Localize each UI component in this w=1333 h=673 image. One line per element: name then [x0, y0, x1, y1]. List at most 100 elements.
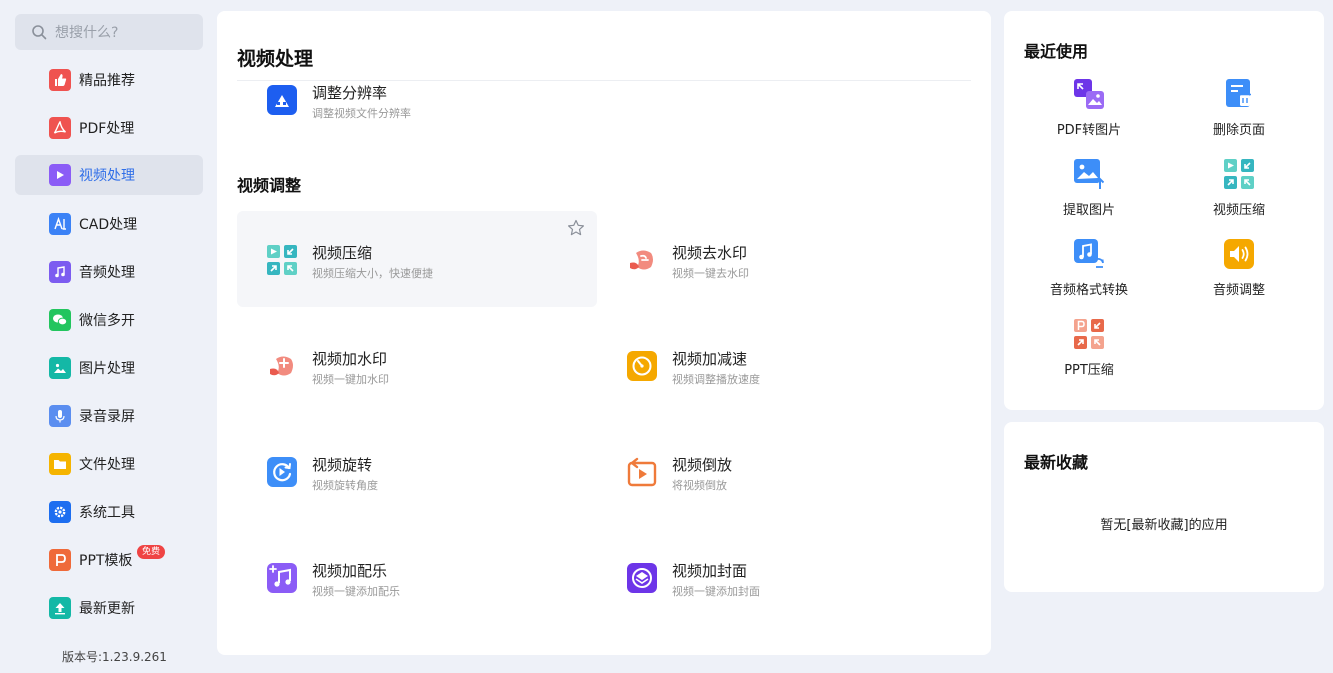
recent-item-label: 音频格式转换 [1049, 283, 1128, 298]
sidebar-item-ppt-template[interactable]: PPT模板 免费 [15, 540, 203, 580]
tool-name: 视频加配乐 [312, 562, 388, 580]
sidebar: 想搜什么? 精品推荐 PDF处理 视频处理 CAD处理 音频处理 微信多开 图片… [0, 0, 210, 673]
recent-item-label: 音频调整 [1212, 283, 1265, 298]
sidebar-item-wechat[interactable]: 微信多开 [15, 300, 203, 340]
recent-item-ppt-compress[interactable]: PPT压缩 [1014, 319, 1164, 389]
main-panel: 调整分辨率 调整视频文件分辨率 视频处理 视频调整 视频压缩 视频压缩大小，快速… [217, 11, 991, 655]
sidebar-item-recommended[interactable]: 精品推荐 [15, 60, 203, 100]
sidebar-item-label: PPT模板 [79, 553, 133, 569]
recent-item-label: PDF转图片 [1056, 123, 1122, 138]
tool-item-add-watermark[interactable]: 视频加水印 视频一键加水印 [237, 317, 597, 413]
image-icon [49, 357, 71, 379]
tool-item-video-compress[interactable]: 视频压缩 视频压缩大小，快速便捷 [237, 211, 597, 307]
tool-name: 视频加水印 [312, 350, 388, 368]
sidebar-item-label: 图片处理 [79, 361, 135, 377]
sidebar-item-label: 录音录屏 [79, 409, 135, 425]
tool-item-remove-watermark[interactable]: 视频去水印 视频一键去水印 [597, 211, 957, 307]
add-cover-icon [627, 563, 657, 593]
tool-name: 调整分辨率 [312, 84, 388, 102]
audio-adjust-icon [1224, 239, 1254, 269]
tool-name: 视频加封面 [672, 562, 748, 580]
tool-name: 视频去水印 [672, 244, 748, 262]
version-label: 版本号:1.23.9.261 [62, 650, 167, 664]
tool-desc: 视频一键添加封面 [672, 585, 760, 598]
add-watermark-icon [270, 356, 293, 376]
search-placeholder: 想搜什么? [55, 25, 119, 41]
tool-item-resolution[interactable]: 调整分辨率 调整视频文件分辨率 [267, 81, 567, 131]
search-box[interactable]: 想搜什么? [15, 14, 203, 50]
sidebar-item-label: PDF处理 [79, 121, 135, 137]
recent-item-label: 提取图片 [1062, 203, 1115, 218]
tool-item-add-cover[interactable]: 视频加封面 视频一键添加封面 [597, 529, 957, 625]
resolution-icon [267, 85, 297, 115]
play-icon [49, 164, 71, 186]
sidebar-item-updates[interactable]: 最新更新 [15, 588, 203, 628]
extract-image-icon [1074, 159, 1104, 189]
video-compress-icon [267, 245, 297, 275]
sidebar-item-system[interactable]: 系统工具 [15, 492, 203, 532]
add-music-icon [267, 563, 297, 593]
sidebar-item-label: 微信多开 [79, 313, 135, 329]
tool-desc: 视频一键加水印 [312, 373, 389, 386]
music-note-icon [49, 261, 71, 283]
tool-name: 视频压缩 [312, 244, 373, 262]
sidebar-item-label: 文件处理 [79, 457, 135, 473]
upload-icon [49, 597, 71, 619]
sidebar-item-file[interactable]: 文件处理 [15, 444, 203, 484]
tool-item-reverse[interactable]: 视频倒放 将视频倒放 [597, 423, 957, 519]
sidebar-item-pdf[interactable]: PDF处理 [15, 108, 203, 148]
page-title: 视频处理 [237, 48, 314, 70]
tool-item-add-music[interactable]: 视频加配乐 视频一键添加配乐 [237, 529, 597, 625]
tool-desc: 视频一键去水印 [672, 267, 749, 280]
sidebar-item-label: 系统工具 [79, 505, 135, 521]
microphone-icon [49, 405, 71, 427]
pdf-to-image-icon [1074, 79, 1104, 109]
search-icon [32, 25, 47, 40]
tool-desc: 视频压缩大小，快速便捷 [312, 267, 433, 280]
tool-desc: 视频调整播放速度 [672, 373, 760, 386]
section-title: 视频调整 [237, 176, 302, 195]
recent-item-delete-page[interactable]: 删除页面 [1164, 79, 1314, 149]
recent-title: 最近使用 [1024, 42, 1089, 61]
sidebar-item-audio[interactable]: 音频处理 [15, 252, 203, 292]
favorites-title: 最新收藏 [1024, 453, 1089, 472]
tool-item-speed[interactable]: 视频加减速 视频调整播放速度 [597, 317, 957, 413]
recent-item-label: PPT压缩 [1064, 363, 1114, 378]
sidebar-item-label: 最新更新 [79, 601, 135, 617]
favorites-empty-text: 暂无[最新收藏]的应用 [1100, 518, 1228, 533]
pdf-icon [49, 117, 71, 139]
recent-panel: 最近使用 PDF转图片 删除页面 提取图片 视频压缩 音频格式转换 音频调整 P… [1004, 11, 1324, 410]
tool-name: 视频加减速 [672, 350, 748, 368]
free-badge: 免费 [137, 545, 166, 559]
video-compress-icon [1224, 159, 1254, 189]
tool-desc: 调整视频文件分辨率 [312, 107, 411, 120]
sidebar-item-label: CAD处理 [79, 217, 138, 233]
recent-item-audio-convert[interactable]: 音频格式转换 [1014, 239, 1164, 309]
folder-icon [49, 453, 71, 475]
remove-watermark-icon [630, 250, 653, 270]
star-icon[interactable] [567, 219, 585, 237]
recent-item-extract-image[interactable]: 提取图片 [1014, 159, 1164, 229]
sidebar-item-record[interactable]: 录音录屏 [15, 396, 203, 436]
sidebar-item-cad[interactable]: CAD处理 [15, 204, 203, 244]
wechat-icon [49, 309, 71, 331]
delete-page-icon [1226, 79, 1251, 107]
thumbs-up-icon [49, 69, 71, 91]
tool-item-rotate[interactable]: 视频旋转 视频旋转角度 [237, 423, 597, 519]
sidebar-item-video[interactable]: 视频处理 [15, 155, 203, 195]
recent-item-video-compress[interactable]: 视频压缩 [1164, 159, 1314, 229]
sidebar-item-image[interactable]: 图片处理 [15, 348, 203, 388]
speed-icon [627, 351, 657, 381]
recent-item-audio-adjust[interactable]: 音频调整 [1164, 239, 1314, 309]
rotate-icon [267, 457, 297, 487]
ppt-compress-icon [1074, 319, 1104, 349]
recent-item-pdf-to-image[interactable]: PDF转图片 [1014, 79, 1164, 149]
gear-icon [49, 501, 71, 523]
audio-convert-icon [1074, 239, 1104, 268]
sidebar-item-label: 精品推荐 [79, 73, 135, 89]
sidebar-item-label: 视频处理 [79, 168, 135, 184]
recent-item-label: 删除页面 [1212, 123, 1265, 138]
sidebar-item-label: 音频处理 [79, 265, 135, 281]
tool-desc: 视频一键添加配乐 [312, 585, 400, 598]
main-header [217, 11, 991, 80]
